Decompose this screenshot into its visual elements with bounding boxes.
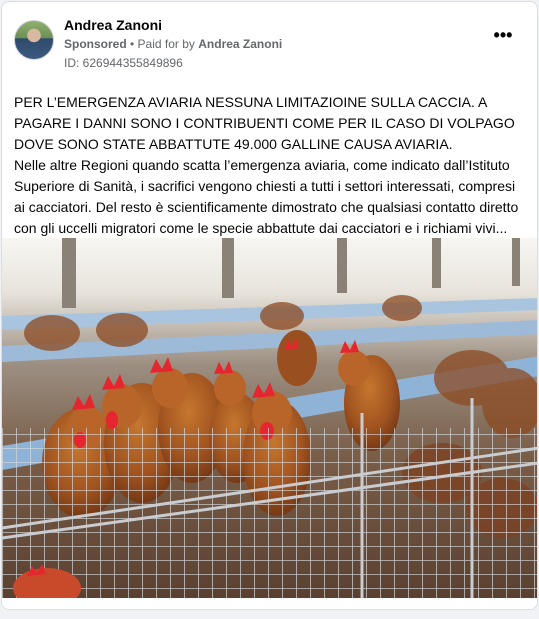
post-meta: Sponsored • Paid for by Andrea Zanoni <box>64 37 282 51</box>
post-text: PER L’EMERGENZA AVIARIA NESSUNA LIMITAZI… <box>14 92 527 239</box>
avatar[interactable] <box>14 20 54 60</box>
post-image[interactable] <box>2 238 537 598</box>
hens-in-cages-photo <box>2 238 537 598</box>
sponsored-post-card: Andrea Zanoni Sponsored • Paid for by An… <box>1 1 538 610</box>
post-text-paragraph: PER L’EMERGENZA AVIARIA NESSUNA LIMITAZI… <box>14 94 515 152</box>
cage-mesh <box>2 428 537 598</box>
ad-id: ID: 626944355849896 <box>64 56 183 70</box>
post-header: Andrea Zanoni Sponsored • Paid for by An… <box>14 16 525 76</box>
more-options-icon[interactable]: ••• <box>491 26 515 46</box>
meta-separator: • <box>126 37 138 51</box>
page-name-link[interactable]: Andrea Zanoni <box>64 17 162 33</box>
post-footer <box>2 598 537 609</box>
paid-for-name[interactable]: Andrea Zanoni <box>198 37 282 51</box>
paid-for-label: Paid for by <box>137 37 199 51</box>
sponsored-label[interactable]: Sponsored <box>64 37 127 51</box>
post-text-paragraph: Nelle altre Regioni quando scatta l’emer… <box>14 157 519 236</box>
